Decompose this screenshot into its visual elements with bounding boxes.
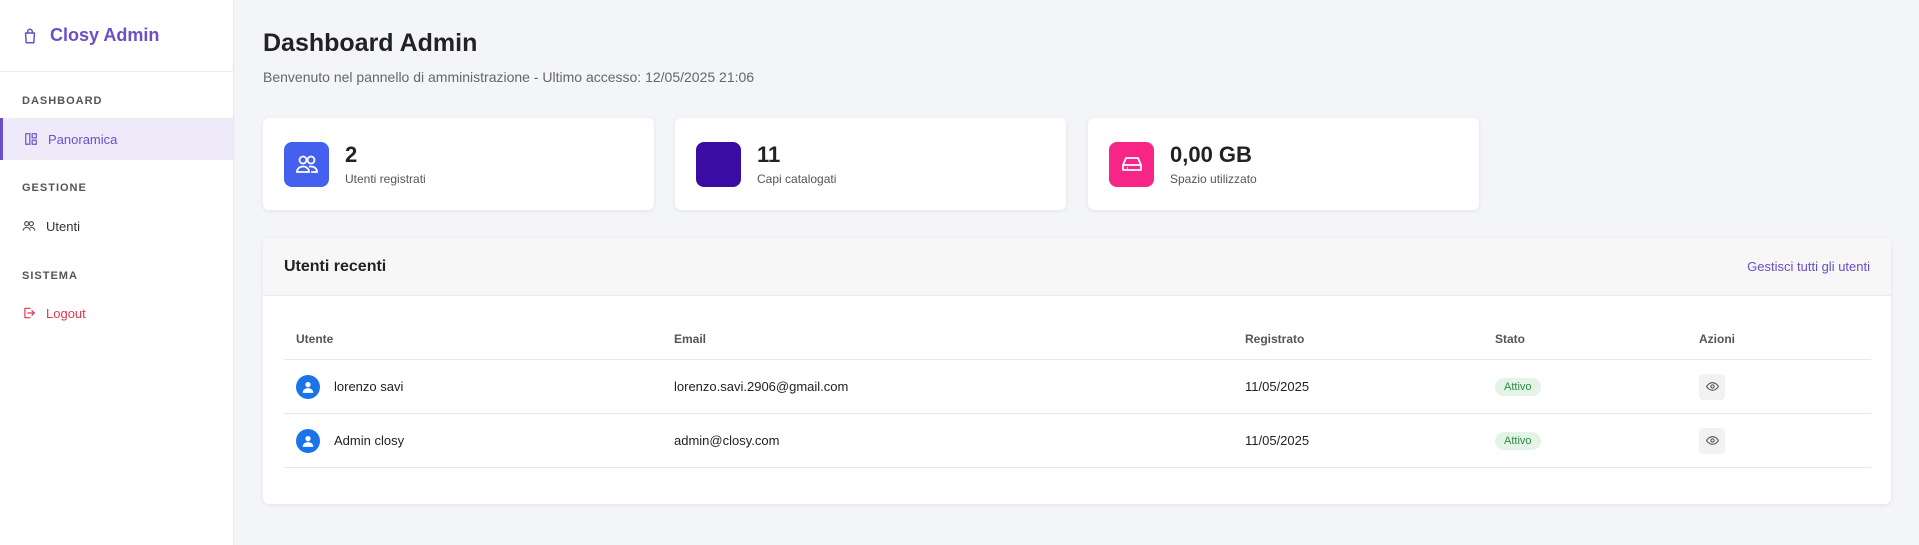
column-header: Azioni xyxy=(1699,331,1735,346)
stat-card-users: 2 Utenti registrati xyxy=(263,118,654,210)
column-header: Email xyxy=(674,331,707,346)
sidebar-item-utenti[interactable]: Utenti xyxy=(0,205,233,247)
page-title: Dashboard Admin xyxy=(263,29,478,57)
section-label-gestione: GESTIONE xyxy=(22,182,87,194)
view-user-button[interactable] xyxy=(1699,427,1725,454)
stat-card-storage: 0,00 GB Spazio utilizzato xyxy=(1088,118,1479,210)
section-label-dashboard: DASHBOARD xyxy=(22,95,103,107)
sidebar-item-label: Logout xyxy=(46,305,86,321)
user-email: lorenzo.savi.2906@gmail.com xyxy=(674,379,849,394)
stat-label: Spazio utilizzato xyxy=(1170,172,1257,186)
recent-users-panel: Utenti recenti Gestisci tutti gli utenti… xyxy=(263,238,1891,504)
eye-icon xyxy=(1705,436,1719,445)
shopping-bag-icon xyxy=(21,27,39,45)
column-header: Stato xyxy=(1495,331,1525,346)
stat-label: Capi catalogati xyxy=(757,172,837,186)
sidebar: Closy Admin DASHBOARD Panoramica GESTION… xyxy=(0,0,234,545)
stat-value: 0,00 GB xyxy=(1170,142,1252,167)
stat-value: 11 xyxy=(757,142,781,167)
hanger-icon xyxy=(696,141,741,187)
section-label-sistema: SISTEMA xyxy=(22,270,78,282)
user-name: Admin closy xyxy=(334,433,405,448)
column-header: Utente xyxy=(296,331,334,346)
sidebar-item-panoramica[interactable]: Panoramica xyxy=(0,118,233,160)
view-user-button[interactable] xyxy=(1699,373,1725,400)
user-name: lorenzo savi xyxy=(334,379,404,394)
user-registered: 11/05/2025 xyxy=(1245,379,1310,394)
user-email: admin@closy.com xyxy=(674,433,780,448)
panel-title: Utenti recenti xyxy=(284,257,387,275)
status-badge: Attivo xyxy=(1495,377,1541,396)
panel-header: Utenti recenti Gestisci tutti gli utenti xyxy=(263,238,1891,296)
stat-card-items: 11 Capi catalogati xyxy=(675,118,1066,210)
logout-icon xyxy=(22,306,36,320)
users-icon xyxy=(284,141,329,187)
brand[interactable]: Closy Admin xyxy=(0,0,233,72)
page-subtitle: Benvenuto nel pannello di amministrazion… xyxy=(263,69,755,85)
users-icon xyxy=(22,219,36,233)
stat-label: Utenti registrati xyxy=(345,172,426,186)
users-table: Utente Email Registrato Stato Azioni lor… xyxy=(284,318,1871,468)
table-header: Utente Email Registrato Stato Azioni xyxy=(284,318,1871,360)
avatar xyxy=(296,374,320,399)
sidebar-item-label: Utenti xyxy=(46,218,80,234)
user-registered: 11/05/2025 xyxy=(1245,433,1310,448)
layout-icon xyxy=(24,132,38,146)
sidebar-item-label: Panoramica xyxy=(48,131,118,147)
status-badge: Attivo xyxy=(1495,431,1541,450)
table-row: lorenzo savi lorenzo.savi.2906@gmail.com… xyxy=(284,360,1871,414)
manage-users-link[interactable]: Gestisci tutti gli utenti xyxy=(1747,259,1870,274)
brand-title: Closy Admin xyxy=(50,25,160,45)
table-row: Admin closy admin@closy.com 11/05/2025 A… xyxy=(284,414,1871,468)
hard-drive-icon xyxy=(1109,141,1154,187)
eye-icon xyxy=(1705,382,1719,391)
avatar xyxy=(296,428,320,453)
sidebar-item-logout[interactable]: Logout xyxy=(0,292,233,334)
column-header: Registrato xyxy=(1245,331,1305,346)
stat-value: 2 xyxy=(345,142,358,167)
